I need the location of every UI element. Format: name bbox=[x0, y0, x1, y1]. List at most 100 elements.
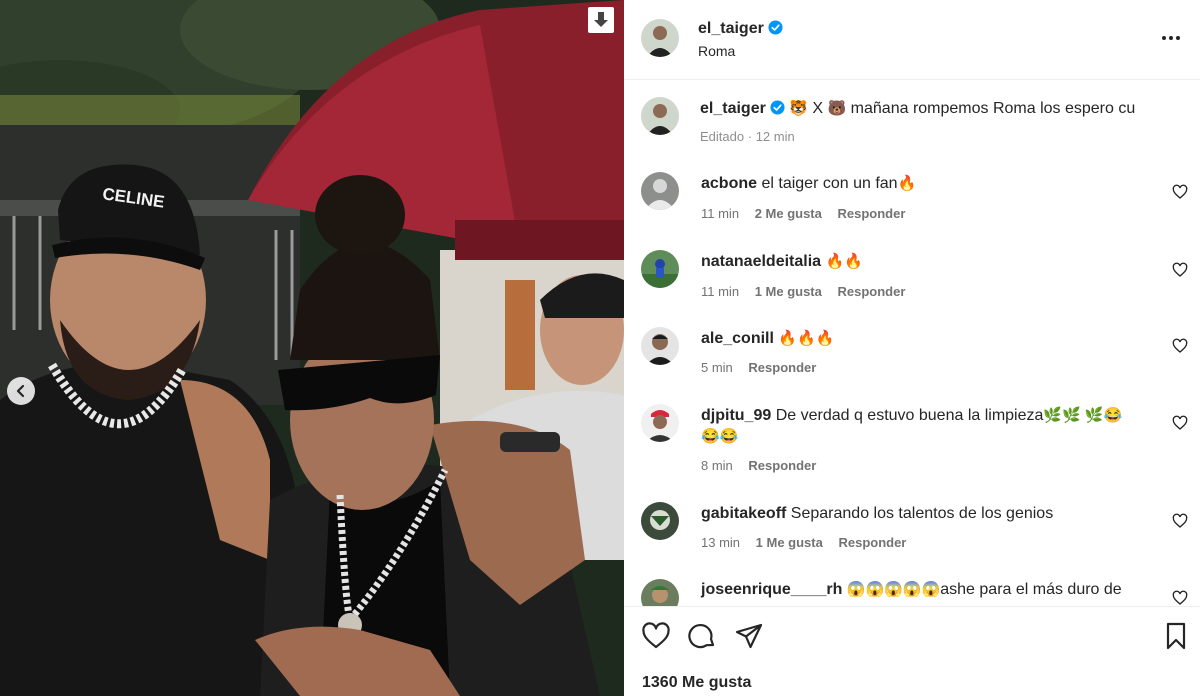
comment-like-heart-icon[interactable] bbox=[1172, 184, 1188, 200]
comment-emojis-line2: 😂😂 bbox=[701, 428, 739, 445]
reply-button[interactable]: Responder bbox=[838, 284, 906, 299]
comment-body: Separando los talentos de los genios bbox=[790, 505, 1054, 522]
reply-button[interactable]: Responder bbox=[838, 535, 906, 550]
commenter-avatar[interactable] bbox=[641, 404, 679, 442]
bookmark-icon[interactable] bbox=[1161, 621, 1191, 651]
comment-icon[interactable] bbox=[687, 621, 717, 651]
comment-time: 8 min bbox=[701, 458, 733, 473]
avatar-image bbox=[641, 579, 679, 606]
comment-username[interactable]: gabitakeoff bbox=[701, 505, 786, 522]
download-button[interactable] bbox=[588, 7, 614, 33]
comment-body: el taiger con un fan bbox=[761, 175, 898, 192]
comment-username[interactable]: natanaeldeitalia bbox=[701, 253, 821, 270]
caption-time: 12 min bbox=[755, 129, 795, 144]
post-image: CELINE bbox=[0, 0, 624, 696]
avatar-image bbox=[641, 250, 679, 288]
comment-like-heart-icon[interactable] bbox=[1172, 513, 1188, 529]
reply-button[interactable]: Responder bbox=[748, 458, 816, 473]
post-header: el_taiger Roma bbox=[624, 0, 1200, 80]
caption-meta: Editado · 12 min bbox=[700, 129, 795, 144]
author-username[interactable]: el_taiger bbox=[698, 20, 783, 38]
comment-time: 5 min bbox=[701, 360, 733, 375]
previous-photo-button[interactable] bbox=[7, 377, 35, 405]
bear-emoji: 🐻 bbox=[827, 100, 847, 117]
author-username-text[interactable]: el_taiger bbox=[698, 20, 764, 37]
comment-body: De verdad q estuvo buena la limpieza bbox=[775, 407, 1044, 424]
comment-item: acbone el taiger con un fan🔥 11 min 2 Me… bbox=[624, 172, 1200, 232]
meta-separator: · bbox=[747, 129, 753, 144]
post-actions: 1360 Me gusta bbox=[624, 606, 1200, 696]
caption-text-line: el_taiger 🐯 X 🐻 mañana rompemos Roma los… bbox=[700, 100, 1135, 118]
comment-emojis: 🌿🌿 🌿😂 bbox=[1043, 407, 1123, 424]
avatar-image bbox=[641, 97, 679, 135]
share-icon[interactable] bbox=[734, 621, 764, 651]
comment-item: djpitu_99 De verdad q estuvo buena la li… bbox=[624, 404, 1200, 484]
comment-like-heart-icon[interactable] bbox=[1172, 262, 1188, 278]
download-icon bbox=[594, 12, 608, 27]
comment-like-heart-icon[interactable] bbox=[1172, 415, 1188, 431]
post-photo[interactable]: CELINE bbox=[0, 0, 624, 696]
post-details-panel: el_taiger Roma el_taiger 🐯 X 🐻 mañana ro… bbox=[624, 0, 1200, 696]
comment-text: djpitu_99 De verdad q estuvo buena la li… bbox=[701, 407, 1122, 425]
comment-time: 11 min bbox=[701, 284, 740, 299]
comment-time: 13 min bbox=[701, 535, 741, 550]
avatar-image bbox=[641, 327, 679, 365]
reply-button[interactable]: Responder bbox=[748, 360, 816, 375]
comment-text: natanaeldeitalia 🔥🔥 bbox=[701, 253, 863, 271]
comment-item: natanaeldeitalia 🔥🔥 11 min 1 Me gusta Re… bbox=[624, 250, 1200, 310]
comment-meta: 13 min 1 Me gusta Responder bbox=[701, 535, 918, 550]
comment-meta: 11 min 2 Me gusta Responder bbox=[701, 206, 917, 221]
comment-item: gabitakeoff Separando los talentos de lo… bbox=[624, 502, 1200, 562]
author-avatar[interactable] bbox=[641, 19, 679, 57]
post-location[interactable]: Roma bbox=[698, 43, 735, 59]
verified-badge-icon bbox=[770, 100, 785, 115]
chevron-left-icon bbox=[16, 384, 25, 398]
comment-meta: 11 min 1 Me gusta Responder bbox=[701, 284, 917, 299]
comment-item: ale_conill 🔥🔥🔥 5 min Responder bbox=[624, 327, 1200, 387]
reply-button[interactable]: Responder bbox=[838, 206, 906, 221]
comment-username[interactable]: djpitu_99 bbox=[701, 407, 771, 424]
comment-time: 11 min bbox=[701, 206, 740, 221]
commenter-avatar[interactable] bbox=[641, 172, 679, 210]
comment-item: joseenrique____rh 😱😱😱😱😱ashe para el más … bbox=[624, 579, 1200, 606]
edited-label: Editado bbox=[700, 129, 745, 144]
comment-username[interactable]: acbone bbox=[701, 175, 757, 192]
comment-emojis: 🔥🔥🔥 bbox=[778, 330, 835, 347]
caption-author[interactable]: el_taiger bbox=[700, 100, 766, 117]
avatar-image bbox=[641, 172, 679, 210]
avatar-image bbox=[641, 502, 679, 540]
comment-meta: 5 min Responder bbox=[701, 360, 828, 375]
commenter-avatar[interactable] bbox=[641, 579, 679, 606]
comment-meta: 8 min Responder bbox=[701, 458, 828, 473]
comment-username[interactable]: joseenrique____rh bbox=[701, 581, 842, 598]
avatar-image bbox=[641, 19, 679, 57]
comment-emojis: 😱😱😱😱😱 bbox=[846, 581, 941, 598]
comment-likes[interactable]: 2 Me gusta bbox=[755, 206, 822, 221]
commenter-avatar[interactable] bbox=[641, 502, 679, 540]
commenter-avatar[interactable] bbox=[641, 327, 679, 365]
comment-text: joseenrique____rh 😱😱😱😱😱ashe para el más … bbox=[701, 581, 1122, 599]
comment-emojis: 🔥 bbox=[897, 175, 917, 192]
comment-text: gabitakeoff Separando los talentos de lo… bbox=[701, 505, 1053, 523]
comment-text: acbone el taiger con un fan🔥 bbox=[701, 175, 916, 193]
commenter-avatar[interactable] bbox=[641, 250, 679, 288]
post-caption: el_taiger 🐯 X 🐻 mañana rompemos Roma los… bbox=[624, 80, 1200, 160]
heart-icon[interactable] bbox=[641, 621, 671, 651]
comment-emojis: 🔥🔥 bbox=[825, 253, 863, 270]
comment-text-continued: 😂😂 bbox=[701, 428, 738, 446]
caption-body: mañana rompemos Roma los espero cu bbox=[850, 100, 1136, 117]
more-options-icon[interactable] bbox=[1160, 27, 1182, 49]
comment-username[interactable]: ale_conill bbox=[701, 330, 774, 347]
comment-like-heart-icon[interactable] bbox=[1172, 590, 1188, 606]
comment-body: ashe para el más duro de bbox=[940, 581, 1122, 598]
comment-text: ale_conill 🔥🔥🔥 bbox=[701, 330, 834, 348]
tiger-emoji: 🐯 bbox=[789, 100, 808, 117]
caption-x: X bbox=[812, 100, 824, 117]
likes-count[interactable]: 1360 Me gusta bbox=[642, 674, 751, 692]
comment-like-heart-icon[interactable] bbox=[1172, 338, 1188, 354]
avatar-image bbox=[641, 404, 679, 442]
comment-likes[interactable]: 1 Me gusta bbox=[756, 535, 823, 550]
caption-author-avatar[interactable] bbox=[641, 97, 679, 135]
verified-badge-icon bbox=[768, 20, 783, 35]
comment-likes[interactable]: 1 Me gusta bbox=[755, 284, 822, 299]
